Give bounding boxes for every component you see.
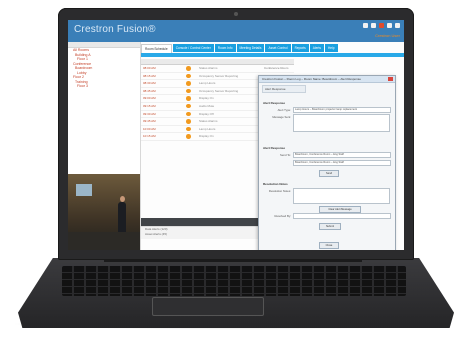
row-time: 08:00 AM — [143, 66, 156, 70]
tab-item[interactable]: Asset Control — [265, 44, 291, 52]
alert-status-icon — [183, 80, 195, 87]
tree-item[interactable]: Floor 3 — [68, 84, 140, 89]
tab-strip — [141, 53, 404, 57]
alert-status-icon — [183, 118, 195, 125]
alert-type-label: Alert Type: — [277, 108, 291, 112]
clear-alert-button[interactable]: Clear Alert Message — [319, 206, 361, 213]
alert-status-icon — [183, 103, 195, 110]
touchpad — [152, 297, 264, 316]
alert-status-icon — [183, 95, 195, 102]
webcam-icon — [234, 12, 238, 16]
user-icon[interactable] — [395, 23, 400, 28]
tab-item[interactable]: Alerts — [309, 44, 324, 52]
send-button[interactable]: Send — [319, 170, 339, 177]
close-icon[interactable] — [388, 77, 393, 81]
laptop-screen: Crestron Fusion® Crestron User All Rooms… — [68, 20, 404, 250]
row-time: 09:45 AM — [143, 119, 156, 124]
row-description: Occupancy Sensor Reporting — [199, 88, 239, 93]
row-time: 09:00 AM — [143, 96, 156, 101]
dialog-title: Crestron Fusion – Room Log – Room Name: … — [259, 76, 395, 83]
section-resolution: Resolution Notes — [263, 182, 288, 186]
resolution-label: Resolution Notes: — [268, 189, 291, 193]
alert-status-icon — [183, 73, 195, 80]
row-room: Conference Room — [264, 66, 289, 70]
row-description: Status Alarms — [199, 119, 218, 124]
laptop-lid: Crestron Fusion® Crestron User All Rooms… — [58, 8, 414, 260]
tab-item[interactable]: Meeting Details — [236, 44, 265, 52]
alert-type-select[interactable]: Lamp Hours – Boardroom projector lamp re… — [293, 107, 391, 113]
help-icon[interactable] — [387, 23, 392, 28]
tab-bar: Room Schedule Console / Control Center Roo… — [141, 44, 404, 54]
resolved-by-label: Resolved By: — [274, 214, 291, 218]
row-time: 09:30 AM — [143, 111, 156, 116]
alert-status-icon — [183, 65, 195, 72]
submit-button[interactable]: Submit — [319, 223, 341, 230]
row-time: 10:00 AM — [143, 126, 156, 131]
close-button[interactable]: Close — [319, 242, 339, 249]
home-icon[interactable] — [363, 23, 368, 28]
header-icons — [363, 23, 400, 28]
app-header: Crestron Fusion® Crestron User — [68, 20, 404, 42]
room-tree: All Rooms Building A Floor 1 Conference Boar… — [68, 42, 141, 250]
row-description: Occupancy Sensor Reporting — [199, 73, 239, 78]
alert-status-icon — [183, 88, 195, 95]
alert-status-icon — [183, 126, 195, 133]
row-time: 10:15 AM — [143, 134, 156, 139]
keyboard — [62, 266, 406, 296]
tab-item[interactable]: Console / Control Center — [172, 44, 214, 52]
tab-item[interactable]: Reports — [291, 44, 309, 52]
app-title: Crestron Fusion® — [74, 24, 156, 35]
send-to-label: Send To: — [280, 153, 291, 157]
send-to-field[interactable]: Boardroom, Conference Room – Eng Staff — [293, 152, 391, 158]
video-wall-screen — [76, 184, 92, 196]
row-description: Lamp Hours — [199, 81, 216, 86]
tab-item[interactable]: Room Info — [214, 44, 236, 52]
message-label: Message Sent: — [272, 115, 291, 119]
presenter — [118, 202, 126, 232]
alert-status-icon — [183, 111, 195, 118]
row-time: 08:15 AM — [143, 73, 156, 78]
section-alert-response: Alert Response — [263, 101, 286, 105]
alert-response-dialog: Crestron Fusion – Room Log – Room Name: … — [258, 75, 396, 250]
alert-status-icon — [183, 133, 195, 140]
alert-icon[interactable] — [379, 23, 384, 28]
row-time: 08:30 AM — [143, 81, 156, 86]
resolved-by-field[interactable] — [293, 213, 391, 219]
row-time: 09:15 AM — [143, 103, 156, 108]
resolution-textarea[interactable] — [293, 188, 390, 204]
settings-icon[interactable] — [371, 23, 376, 28]
row-description: Lamp Hours — [199, 126, 216, 131]
user-name[interactable]: Crestron User — [375, 33, 400, 38]
video-floor — [68, 232, 140, 250]
send-to-field-2[interactable]: Boardroom, Conference Room – Eng Staff — [293, 160, 391, 166]
table-row[interactable]: 08:00 AM Status Alarms Conference Room — [141, 65, 294, 73]
tab-alert-response[interactable]: Alert Response — [262, 85, 306, 93]
row-description: Audio Mute — [199, 103, 215, 108]
row-description: Display On — [199, 96, 214, 101]
section-send: Alert Response — [263, 146, 286, 150]
row-description: Display Off — [199, 111, 214, 116]
tab-item[interactable]: Help — [324, 44, 338, 52]
row-time: 08:45 AM — [143, 88, 156, 93]
message-textarea[interactable] — [293, 114, 390, 132]
room-video-feed — [68, 174, 140, 250]
row-description: Status Alarms — [199, 66, 218, 70]
row-description: Display On — [199, 134, 214, 139]
